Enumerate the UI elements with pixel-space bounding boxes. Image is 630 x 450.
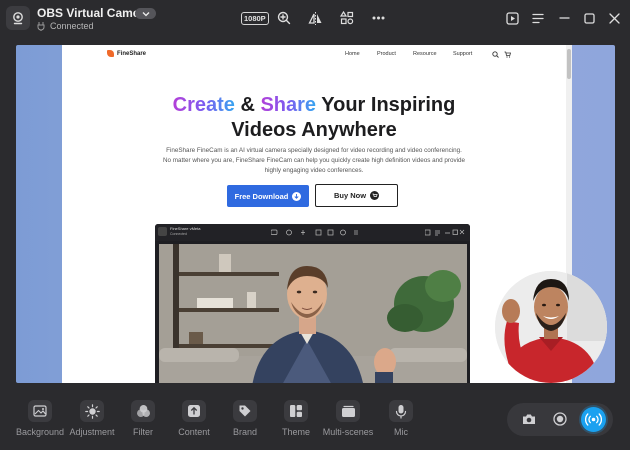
connection-status: Connected: [37, 21, 94, 31]
mirror-icon[interactable]: [307, 9, 323, 27]
embedded-app-status: Connected: [170, 232, 187, 236]
tool-label-theme: Theme: [281, 427, 310, 437]
minimize-icon[interactable]: [557, 9, 571, 27]
zoom-in-icon[interactable]: [276, 9, 292, 27]
status-label: Connected: [50, 21, 94, 31]
embedded-app-titlebar: FineShare vMeta Connected: [155, 224, 470, 241]
broadcast-live-button[interactable]: [581, 407, 606, 432]
tool-label-background: Background: [15, 427, 65, 437]
record-icon[interactable]: [552, 411, 568, 427]
camera-snapshot-icon[interactable]: [521, 411, 537, 427]
scrollbar-thumb: [567, 49, 571, 79]
hero-description: FineShare FineCam is an AI virtual camer…: [157, 146, 471, 176]
tool-label-brand: Brand: [232, 427, 258, 437]
menu-icon[interactable]: [531, 9, 545, 27]
tool-label-filter: Filter: [133, 427, 153, 437]
tool-label-mic: Mic: [394, 427, 408, 437]
scenes-icon: [336, 400, 360, 422]
webcam-icon[interactable]: [6, 6, 30, 30]
hero-title-share: Share: [260, 94, 317, 116]
more-options-icon[interactable]: [371, 9, 385, 27]
embedded-app-icon: [158, 227, 167, 236]
hero-title: Create & Share Your Inspiring Videos Any…: [62, 93, 566, 143]
hero-sub-line1: FineShare FineCam is an AI virtual camer…: [166, 147, 462, 154]
camera-source-name[interactable]: OBS Virtual Camera: [37, 6, 151, 20]
mic-icon: [389, 400, 413, 422]
upload-icon: [182, 400, 206, 422]
image-icon: [28, 400, 52, 422]
presenter-scene-image: [159, 244, 467, 383]
waving-man-image: [495, 271, 607, 383]
tool-label-content: Content: [178, 427, 210, 437]
embedded-toolbar-icons: [271, 229, 358, 236]
play-video-icon[interactable]: [505, 9, 519, 27]
hero-title-create: Create: [172, 94, 235, 116]
hero-title-line2: Videos Anywhere: [231, 119, 397, 141]
camera-dropdown[interactable]: [135, 8, 156, 19]
website-logo: FineShare: [107, 50, 146, 57]
filter-icon: [131, 400, 155, 422]
nav-link-product: Product: [377, 51, 396, 57]
brightness-icon: [80, 400, 104, 422]
preview-website: FineShare Home Product Resource Support …: [62, 45, 566, 383]
tool-label-multi-scenes: Multi-scenes: [322, 427, 374, 437]
buy-now-button: Buy Now: [315, 184, 398, 207]
nav-link-home: Home: [345, 51, 360, 57]
shapes-icon[interactable]: [339, 9, 355, 27]
nav-link-resource: Resource: [413, 51, 437, 57]
embedded-window-controls: [425, 229, 465, 236]
download-label: Free Download: [234, 191, 289, 201]
hero-sub-line3: highly engaging video conferences.: [264, 167, 364, 174]
fineshare-logo-icon: [107, 50, 114, 57]
free-download-button: Free Download: [227, 185, 309, 207]
plug-icon: [37, 21, 45, 31]
bottom-toolbar: Background Adjustment Filter Content Bra…: [0, 388, 630, 450]
chevron-down-icon: [142, 11, 149, 16]
resolution-badge: 1080P: [241, 11, 269, 25]
cart-icon: [503, 50, 511, 58]
embedded-video-feed: [159, 244, 467, 383]
maximize-icon[interactable]: [582, 9, 596, 27]
hero-title-amp: &: [234, 94, 261, 116]
capture-controls: [507, 403, 613, 436]
title-bar: OBS Virtual Camera Connected 1080P: [0, 0, 630, 36]
website-nav: FineShare Home Product Resource Support: [62, 45, 566, 65]
download-icon: [292, 191, 302, 201]
resolution-button[interactable]: 1080P: [241, 9, 269, 27]
close-icon[interactable]: [607, 9, 621, 27]
embedded-app-title: FineShare vMeta: [170, 226, 201, 231]
theme-icon: [284, 400, 308, 422]
tag-icon: [233, 400, 257, 422]
brand-name: FineShare: [117, 50, 147, 57]
buy-label: Buy Now: [333, 191, 367, 200]
broadcast-icon: [585, 413, 602, 426]
tool-mic[interactable]: Mic: [367, 400, 435, 437]
camera-pip-bubble[interactable]: [495, 271, 607, 383]
hero-sub-line2: No matter where you are, FineShare FineC…: [162, 157, 466, 164]
hero-title-rest: Your Inspiring: [316, 94, 456, 116]
embedded-app-screenshot: FineShare vMeta Connected: [155, 224, 470, 383]
tool-label-adjustment: Adjustment: [69, 427, 115, 437]
nav-link-support: Support: [453, 51, 473, 57]
cart-circle-icon: [370, 191, 380, 200]
search-icon: [491, 50, 499, 58]
